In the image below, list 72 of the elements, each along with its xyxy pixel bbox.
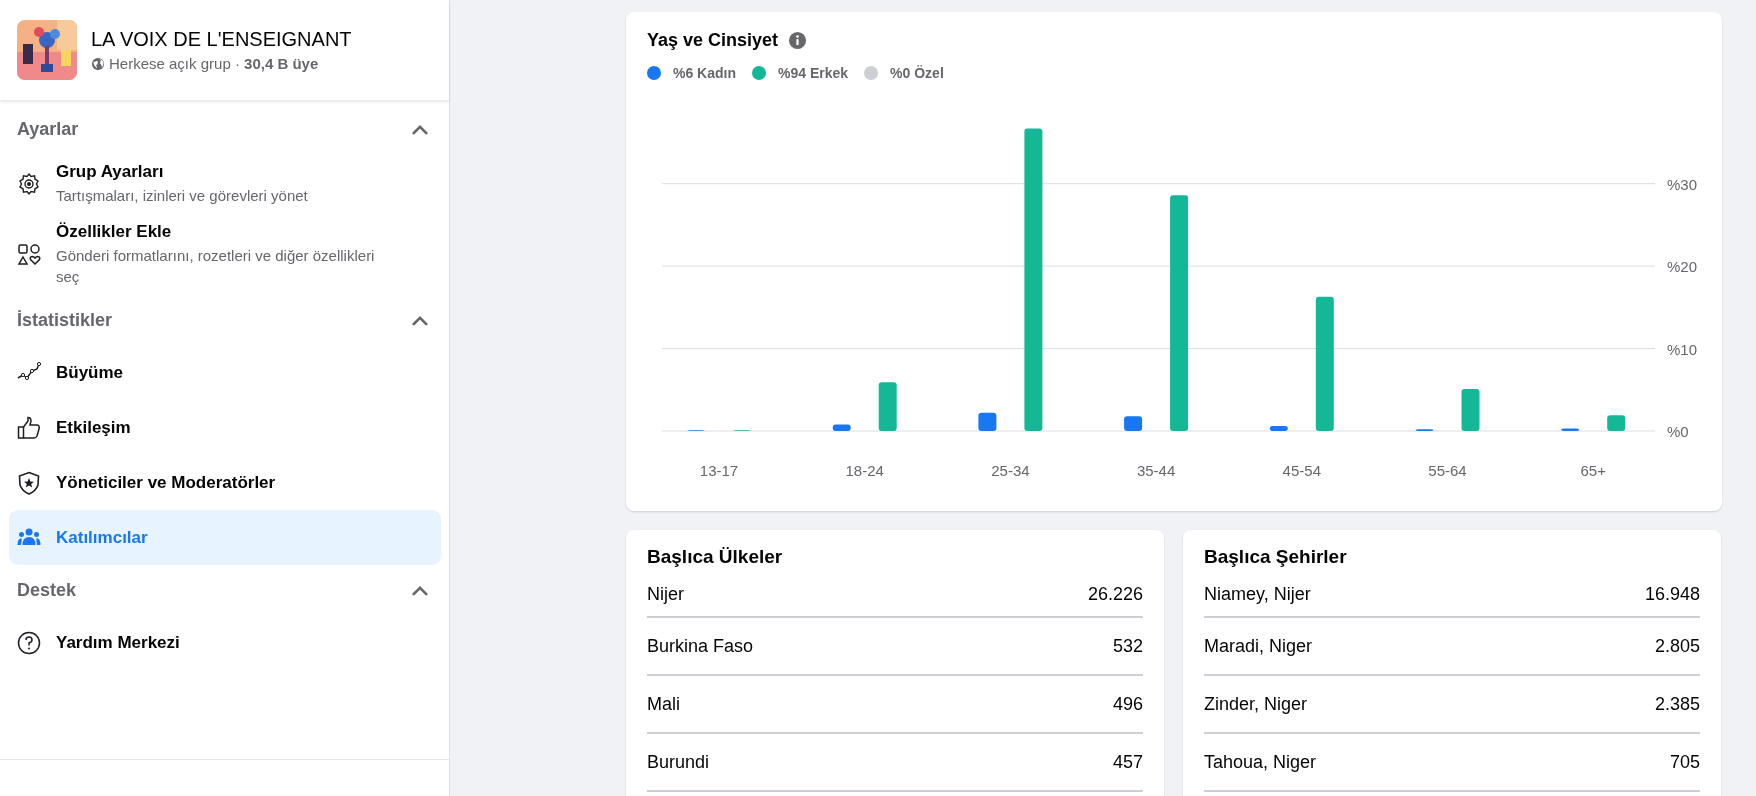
member-count: 705 [1669,751,1700,773]
member-count: 16.948 [1644,583,1700,605]
member-count: 2.805 [1654,635,1700,657]
sidebar-item[interactable]: Büyüme [9,345,441,400]
member-count: 26.226 [1087,583,1143,605]
category-label: 13-17 [699,462,739,479]
item-label: Yöneticiler ve Moderatörler [56,472,276,493]
legend-label: %94 Erkek [778,65,849,81]
member-count: 532 [1112,635,1143,657]
bar [978,412,997,431]
category-label: 65+ [1580,462,1606,479]
category-label: 25-34 [991,462,1030,479]
chevron-icon[interactable] [411,584,429,596]
category-label: 18-24 [845,462,884,479]
axis-tick-label: %30 [1667,175,1698,193]
thumbs-up-icon [17,415,41,440]
location-name: Burkina Faso [647,635,754,657]
location-name: Maradi, Niger [1204,635,1313,657]
bar [1269,426,1288,431]
sidebar-item[interactable]: Yardım Merkezi [9,615,441,670]
bar [1461,388,1480,431]
category-label: 35-44 [1136,462,1176,479]
location-name: Burundi [647,751,710,773]
item-label: Grup Ayarları [56,162,164,182]
category-label: 45-54 [1282,462,1321,479]
card-title: Yaş ve Cinsiyet [647,30,779,51]
axis-tick-label: %0 [1667,423,1689,440]
axis-tick-label: %10 [1667,340,1698,358]
chevron-icon[interactable] [411,123,429,135]
bar [1561,428,1580,431]
sidebar-item[interactable]: Etkileşim [9,400,441,455]
location-name: Nijer [647,583,684,605]
location-name: Niamey, Nijer [1204,583,1311,605]
bar [1607,415,1626,431]
help-icon [17,630,41,655]
section-title: İstatistikler [17,309,113,331]
info-icon[interactable] [788,31,808,50]
bar [1124,416,1143,431]
item-description: Tartışmaları, izinleri ve görevleri yönet [56,186,308,206]
item-label: Yardım Merkezi [56,632,180,653]
location-name: Tahoua, Niger [1204,751,1317,773]
bar [878,382,897,431]
group-name[interactable]: LA VOIX DE L'ENSEIGNANT [91,28,352,51]
category-label: 55-64 [1428,462,1467,479]
item-label: Etkileşim [56,417,131,438]
member-count: 496 [1112,693,1143,715]
axis-tick-label: %20 [1667,258,1698,276]
sidebar-item[interactable]: Yöneticiler ve Moderatörler [9,455,441,510]
member-count: 457 [1112,751,1143,773]
globe-icon [91,56,105,71]
shapes-icon [17,242,41,267]
gear-icon [17,172,41,196]
item-label: Özellikler Ekle [56,222,172,242]
item-label: Büyüme [56,362,124,383]
sidebar-item[interactable]: Özellikler Ekle Gönderi formatlarını, rozetleri ve diğer özellikleri seç [9,214,441,295]
group-meta: Herkese açık grup · 30,4 B üye [109,55,319,72]
chevron-icon[interactable] [411,314,429,326]
member-count: 2.385 [1654,693,1700,715]
legend-label: %0 Özel [890,65,944,81]
location-name: Zinder, Niger [1204,693,1308,715]
item-description: Gönderi formatlarını, rozetleri ve diğer özellikleri seç [56,246,376,287]
item-label: Katılımcılar [56,527,148,548]
sidebar-item[interactable]: Grup Ayarları Tartışmaları, izinleri ve görevleri yönet [9,154,441,214]
legend-label: %6 Kadın [673,65,736,81]
section-title: Ayarlar [17,118,79,140]
bar [832,424,851,431]
section-title: Destek [17,579,77,601]
sidebar-item[interactable]: Katılımcılar [9,510,441,565]
location-name: Mali [647,693,680,715]
shield-icon [17,470,41,495]
card-title: Başlıca Şehirler [1204,546,1347,568]
card-title: Başlıca Ülkeler [647,546,783,568]
